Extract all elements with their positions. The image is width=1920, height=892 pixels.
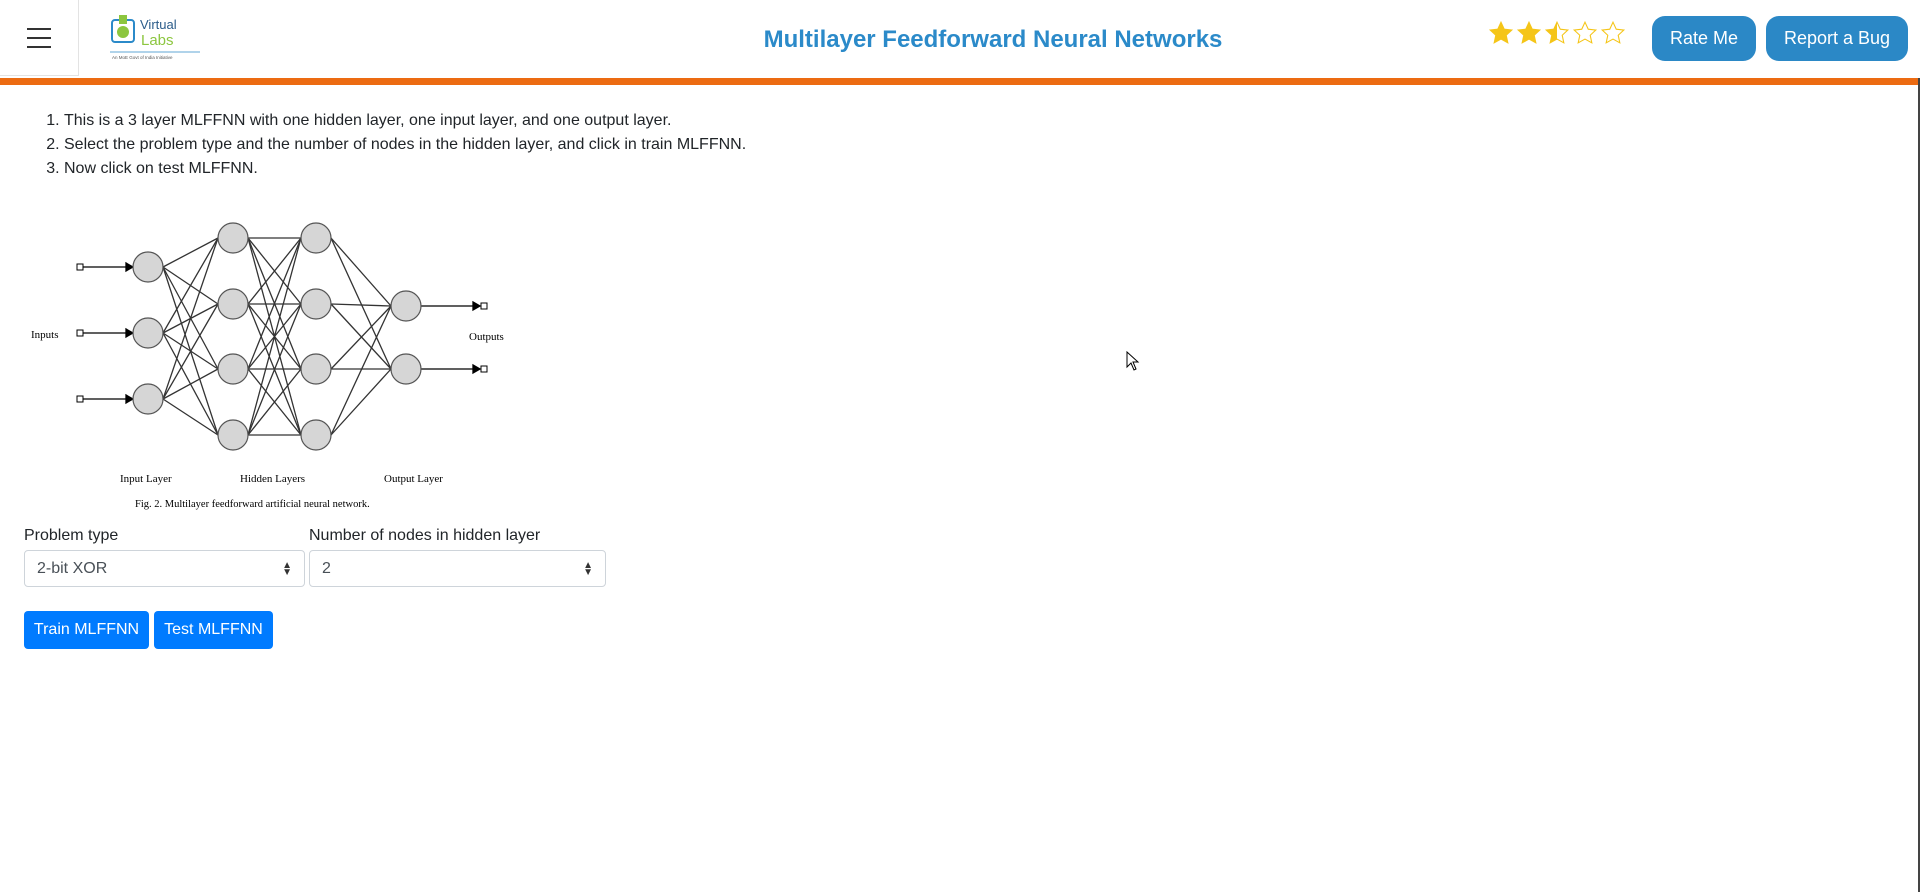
neuron-node bbox=[217, 288, 249, 320]
hidden-nodes-value: 2 bbox=[322, 559, 331, 577]
star-empty-icon[interactable] bbox=[1572, 20, 1598, 46]
page-title: Multilayer Feedforward Neural Networks bbox=[763, 26, 1223, 53]
instructions-list: This is a 3 layer MLFFNN with one hidden… bbox=[44, 109, 746, 181]
connection-line bbox=[330, 368, 392, 436]
problem-type-select[interactable]: 2-bit XOR ▲ ▼ bbox=[24, 550, 305, 587]
neuron-node bbox=[217, 222, 249, 254]
neuron-node bbox=[300, 288, 332, 320]
connection-line bbox=[330, 237, 392, 307]
svg-text:An MoE Govt of India Initiativ: An MoE Govt of India Initiative bbox=[112, 55, 173, 60]
hidden-layers-label: Hidden Layers bbox=[240, 473, 305, 485]
instruction-item: This is a 3 layer MLFFNN with one hidden… bbox=[64, 109, 746, 133]
inputs-label: Inputs bbox=[31, 329, 59, 341]
neuron-node bbox=[217, 419, 249, 451]
problem-type-value: 2-bit XOR bbox=[37, 559, 108, 577]
select-arrows-icon: ▲ ▼ bbox=[583, 559, 593, 578]
io-terminal bbox=[480, 302, 488, 310]
network-nodes bbox=[132, 222, 422, 451]
problem-type-label: Problem type bbox=[24, 527, 119, 544]
connection-line bbox=[162, 398, 219, 436]
instruction-item: Now click on test MLFFNN. bbox=[64, 157, 746, 181]
rate-me-button[interactable]: Rate Me bbox=[1652, 16, 1756, 61]
neuron-node bbox=[132, 251, 164, 283]
star-empty-icon[interactable] bbox=[1600, 20, 1626, 46]
neuron-node bbox=[390, 353, 422, 385]
neuron-node bbox=[300, 222, 332, 254]
network-connections bbox=[162, 237, 392, 436]
output-layer-label: Output Layer bbox=[384, 473, 443, 485]
mlffnn-diagram: Inputs Outputs Input Layer Hidden Layers… bbox=[31, 222, 504, 510]
neuron-node bbox=[217, 353, 249, 385]
neuron-node bbox=[390, 290, 422, 322]
arrow-head bbox=[125, 261, 135, 273]
star-filled-icon[interactable] bbox=[1488, 20, 1514, 46]
header-divider bbox=[0, 78, 1920, 85]
instruction-item: Select the problem type and the number o… bbox=[64, 133, 746, 157]
arrow-head bbox=[472, 300, 482, 312]
neuron-node bbox=[132, 383, 164, 415]
star-half-icon[interactable] bbox=[1544, 20, 1570, 46]
train-mlffnn-button[interactable]: Train MLFFNN bbox=[24, 611, 149, 649]
top-bar: Virtual Labs An MoE Govt of India Initia… bbox=[0, 0, 1920, 78]
arrow-head bbox=[125, 327, 135, 339]
input-layer-label: Input Layer bbox=[120, 473, 172, 485]
io-terminal bbox=[76, 263, 84, 271]
io-terminal bbox=[480, 365, 488, 373]
io-terminal bbox=[76, 329, 84, 337]
hidden-nodes-select[interactable]: 2 ▲ ▼ bbox=[309, 550, 606, 587]
connection-line bbox=[330, 305, 392, 436]
neuron-node bbox=[300, 353, 332, 385]
star-rating[interactable] bbox=[1488, 20, 1626, 46]
arrow-head bbox=[125, 393, 135, 405]
figure-caption: Fig. 2. Multilayer feedforward artificia… bbox=[135, 499, 370, 510]
outputs-label: Outputs bbox=[469, 331, 504, 343]
connection-line bbox=[330, 237, 392, 370]
hidden-nodes-label: Number of nodes in hidden layer bbox=[309, 527, 541, 544]
test-mlffnn-button[interactable]: Test MLFFNN bbox=[154, 611, 273, 649]
arrow-head bbox=[472, 363, 482, 375]
select-arrows-icon: ▲ ▼ bbox=[282, 559, 292, 578]
neuron-node bbox=[300, 419, 332, 451]
star-filled-icon[interactable] bbox=[1516, 20, 1542, 46]
mouse-cursor-icon bbox=[1126, 351, 1140, 371]
neuron-node bbox=[132, 317, 164, 349]
report-bug-button[interactable]: Report a Bug bbox=[1766, 16, 1908, 61]
io-terminal bbox=[76, 395, 84, 403]
